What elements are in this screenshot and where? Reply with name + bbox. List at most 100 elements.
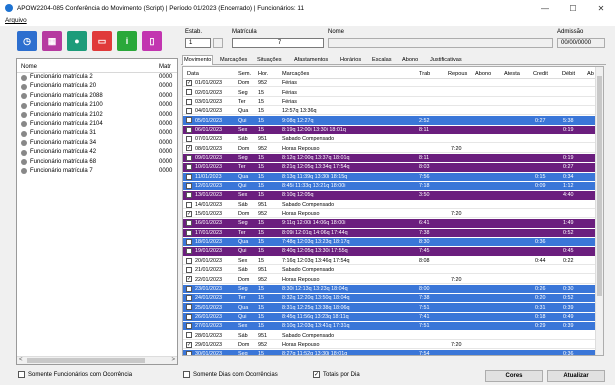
row-checkbox[interactable] (186, 304, 192, 311)
row-checkbox[interactable] (186, 257, 192, 264)
employee-row[interactable]: Funcionário matrícula 2088 0000 (17, 92, 177, 101)
table-row[interactable]: 27/01/2023 Sex 15 8:10q 12:03q 13:41q 17:31… (183, 322, 597, 331)
col-repous[interactable]: Repous (448, 71, 467, 77)
estab-lookup-button[interactable] (213, 38, 223, 48)
row-checkbox[interactable] (186, 229, 192, 236)
row-checkbox[interactable]: ✓ (186, 276, 192, 283)
table-row[interactable]: 02/01/2023 Seg 15 Férias (183, 88, 597, 97)
tab-afastamentos[interactable]: Afastamentos (293, 56, 329, 65)
maximize-button[interactable]: ☐ (559, 0, 587, 16)
col-header-matr[interactable]: Matr (159, 64, 171, 70)
row-checkbox[interactable]: ✓ (186, 341, 192, 348)
table-row[interactable]: 24/01/2023 Ter 15 8:32q 12:20q 13:50q 18:04… (183, 294, 597, 303)
employee-row[interactable]: Funcionário matrícula 42 0000 (17, 148, 177, 157)
table-row[interactable]: 23/01/2023 Seg 15 8:30i 12:13q 13:23q 18:04… (183, 284, 597, 294)
table-row[interactable]: 07/01/2023 Sáb 951 Sabado Compensado (183, 135, 597, 144)
checkbox-box[interactable] (183, 371, 190, 378)
table-row[interactable]: ✓ 08/01/2023 Dom 952 Horas Repouso 7:20 (183, 144, 597, 153)
close-button[interactable]: ✕ (587, 0, 615, 16)
tab-marcacoes[interactable]: Marcações (219, 56, 248, 65)
table-row[interactable]: 26/01/2023 Qui 15 8:45q 11:56q 13:23q 18:11… (183, 312, 597, 322)
grid-scroll-thumb[interactable] (597, 76, 602, 296)
table-row[interactable]: 16/01/2023 Seg 15 9:11q 12:00i 14:06q 18:00… (183, 219, 597, 228)
row-checkbox[interactable] (186, 117, 192, 124)
employee-row[interactable]: Funcionário matrícula 31 0000 (17, 129, 177, 138)
table-row[interactable]: 11/01/2023 Qua 15 8:13q 11:39q 13:30i 18:15… (183, 172, 597, 181)
table-row[interactable]: 03/01/2023 Ter 15 Férias (183, 97, 597, 107)
calendar-icon[interactable]: ▦ (42, 31, 62, 51)
row-checkbox[interactable] (186, 201, 192, 208)
table-row[interactable]: 20/01/2023 Sex 15 7:16q 12:03q 13:46q 17:54… (183, 256, 597, 266)
col-hor[interactable]: Hor. (258, 71, 268, 77)
row-checkbox[interactable] (186, 136, 192, 143)
checkbox-box[interactable] (18, 371, 25, 378)
table-row[interactable]: 06/01/2023 Sex 15 8:19q 12:00i 13:30i 18:01… (183, 125, 597, 135)
person-info-icon[interactable]: i (117, 31, 137, 51)
cores-button[interactable]: Cores (485, 370, 543, 382)
tab-escalas[interactable]: Escalas (371, 56, 393, 65)
totais-dia-checkbox[interactable]: ✓ Totais por Dia (313, 371, 360, 378)
employee-list-hscroll[interactable]: < > (17, 356, 177, 364)
tab-justificativas[interactable]: Justificativas (429, 56, 463, 65)
col-debit[interactable]: Débit (562, 71, 575, 77)
tab-movimento[interactable]: Movimento (182, 55, 214, 65)
clock-icon[interactable]: ◷ (17, 31, 37, 51)
row-checkbox[interactable] (186, 351, 192, 355)
row-checkbox[interactable] (186, 164, 192, 171)
tab-abono[interactable]: Abono (401, 56, 419, 65)
table-row[interactable]: 14/01/2023 Sáb 951 Sabado Compensado (183, 200, 597, 209)
minimize-button[interactable]: — (531, 0, 559, 16)
id-card-icon[interactable]: ▭ (92, 31, 112, 51)
estab-input[interactable]: 1 (185, 38, 211, 48)
employee-row[interactable]: Funcionário matrícula 7 0000 (17, 167, 177, 176)
row-checkbox[interactable] (186, 238, 192, 245)
tab-horarios[interactable]: Horários (339, 56, 362, 65)
menu-arquivo[interactable]: Arquivo (5, 17, 27, 24)
row-checkbox[interactable] (186, 295, 192, 302)
table-row[interactable]: 30/01/2023 Seg 15 8:27q 11:52q 13:30i 18:01… (183, 350, 597, 355)
checkbox-box[interactable]: ✓ (313, 371, 320, 378)
table-row[interactable]: 28/01/2023 Sáb 951 Sabado Compensado (183, 331, 597, 340)
somente-ocorrencia-checkbox[interactable]: Somente Funcionários com Ocorrência (18, 371, 132, 378)
employee-row[interactable]: Funcionário matrícula 68 0000 (17, 158, 177, 167)
row-checkbox[interactable]: ✓ (186, 80, 192, 86)
col-ab[interactable]: Ab (587, 71, 594, 77)
col-atesta[interactable]: Atesta (504, 71, 520, 77)
table-row[interactable]: 09/01/2023 Seg 15 8:12q 12:00q 13:37q 18:01… (183, 153, 597, 163)
row-checkbox[interactable] (186, 220, 192, 227)
table-row[interactable]: ✓ 22/01/2023 Dom 952 Horas Repouso 7:20 (183, 275, 597, 284)
row-checkbox[interactable] (186, 267, 192, 273)
row-checkbox[interactable] (186, 248, 192, 255)
table-row[interactable]: ✓ 29/01/2023 Dom 952 Horas Repouso 7:20 (183, 340, 597, 350)
scroll-thumb[interactable] (27, 358, 145, 363)
row-checkbox[interactable] (186, 182, 192, 189)
grid-vscroll[interactable] (595, 67, 603, 355)
table-row[interactable]: ✓ 01/01/2023 Dom 952 Férias (183, 79, 597, 88)
row-checkbox[interactable] (186, 154, 192, 161)
table-row[interactable]: 13/01/2023 Sex 15 8:10q 12:05q 3:50 4:40 (183, 191, 597, 200)
table-row[interactable]: 19/01/2023 Qui 15 8:40q 12:05q 13:30i 17:55… (183, 247, 597, 256)
row-checkbox[interactable] (186, 98, 192, 105)
table-row[interactable]: 18/01/2023 Qua 15 7:48q 12:03q 13:23q 18:17… (183, 237, 597, 247)
col-trab[interactable]: Trab (419, 71, 430, 77)
row-checkbox[interactable] (186, 108, 192, 115)
table-row[interactable]: 21/01/2023 Sáb 951 Sabado Compensado (183, 266, 597, 275)
employee-row[interactable]: Funcionário matrícula 2100 0000 (17, 101, 177, 110)
scroll-right-icon[interactable]: > (171, 357, 175, 363)
user-icon[interactable]: ● (67, 31, 87, 51)
row-checkbox[interactable] (186, 173, 192, 180)
somente-dias-checkbox[interactable]: Somente Dias com Ocorrências (183, 371, 278, 378)
table-row[interactable]: 04/01/2023 Qua 15 12:57q 13:36q (183, 107, 597, 116)
employee-row[interactable]: Funcionário matrícula 20 0000 (17, 82, 177, 91)
col-abono[interactable]: Abono (475, 71, 491, 77)
employee-row[interactable]: Funcionário matrícula 2102 0000 (17, 111, 177, 120)
col-data[interactable]: Data (187, 71, 199, 77)
document-icon[interactable]: ▯ (142, 31, 162, 51)
row-checkbox[interactable] (186, 89, 192, 96)
col-sem[interactable]: Sem. (238, 71, 251, 77)
col-header-nome[interactable]: Nome (21, 64, 37, 70)
row-checkbox[interactable]: ✓ (186, 145, 192, 152)
table-row[interactable]: ✓ 15/01/2023 Dom 952 Horas Repouso 7:20 (183, 209, 597, 219)
employee-row[interactable]: Funcionário matrícula 2104 0000 (17, 120, 177, 129)
col-credit[interactable]: Credit (533, 71, 548, 77)
